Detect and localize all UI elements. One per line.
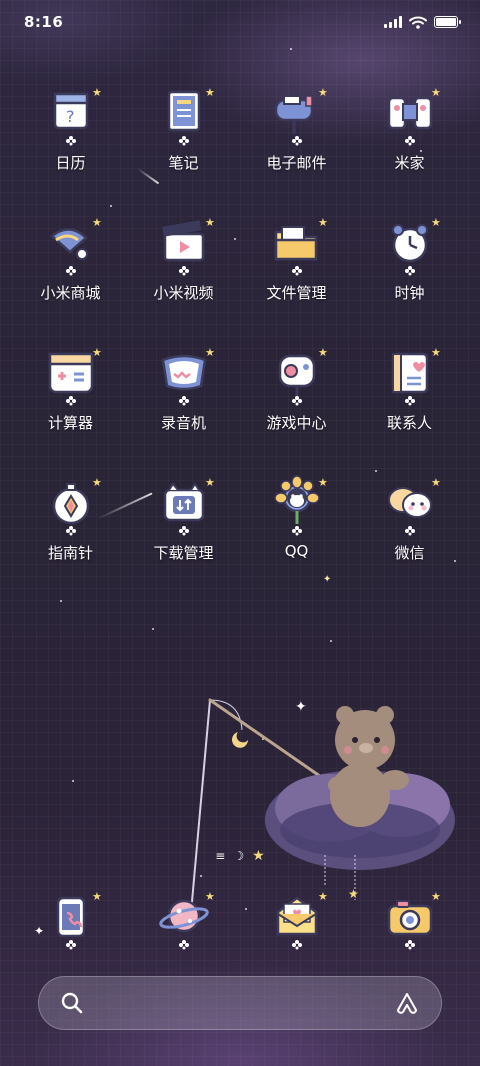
dock: ★ ★ ★ ★ xyxy=(14,884,466,960)
status-time: 8:16 xyxy=(24,13,64,31)
svg-text:★: ★ xyxy=(431,86,441,99)
calculator-icon: ★ xyxy=(36,340,106,410)
mailbox-icon: ★ xyxy=(262,80,332,150)
svg-text:★: ★ xyxy=(205,216,215,229)
svg-text:★: ★ xyxy=(205,86,215,99)
svg-text:★: ★ xyxy=(92,216,102,229)
assistant-icon[interactable] xyxy=(395,992,419,1014)
notes-icon: ★ xyxy=(149,80,219,150)
app-label: 指南针 xyxy=(47,544,93,562)
app-contacts-book[interactable]: ★ 联系人 xyxy=(353,340,466,436)
app-recorder[interactable]: ★ 录音机 xyxy=(127,340,240,436)
svg-text:★: ★ xyxy=(431,216,441,229)
dock-app-messages-envelope[interactable]: ★ xyxy=(240,884,353,960)
store-icon: ★ xyxy=(36,210,106,280)
video-clapper-icon: ★ xyxy=(149,210,219,280)
svg-text:★: ★ xyxy=(318,86,328,99)
svg-text:★: ★ xyxy=(92,890,102,903)
app-qq[interactable]: ★ QQ xyxy=(240,470,353,566)
dock-app-camera[interactable]: ★ xyxy=(353,884,466,960)
app-label: 微信 xyxy=(394,544,425,562)
wechat-icon: ★ xyxy=(375,470,445,540)
app-label: QQ xyxy=(284,542,309,560)
app-label: 小米商城 xyxy=(40,284,101,302)
svg-text:★: ★ xyxy=(431,476,441,489)
app-notes[interactable]: ★ 笔记 xyxy=(127,80,240,176)
app-download[interactable]: ★ 下载管理 xyxy=(127,470,240,566)
app-label: 游戏中心 xyxy=(266,414,327,432)
calendar-icon: ? ★ xyxy=(36,80,106,150)
alarm-clock-icon: ★ xyxy=(375,210,445,280)
search-icon[interactable] xyxy=(61,992,83,1014)
app-smart-home[interactable]: ★ 米家 xyxy=(353,80,466,176)
app-compass[interactable]: ★ 指南针 xyxy=(14,470,127,566)
svg-text:★: ★ xyxy=(318,890,328,903)
compass-icon: ★ xyxy=(36,470,106,540)
app-label: 时钟 xyxy=(394,284,425,302)
messages-envelope-icon: ★ xyxy=(262,884,332,954)
search-bar[interactable] xyxy=(38,976,442,1030)
app-label: 笔记 xyxy=(168,154,199,172)
app-label: 联系人 xyxy=(386,414,432,432)
page-indicator-star-icon: ★ xyxy=(252,848,265,864)
folder-icon: ★ xyxy=(262,210,332,280)
app-gamepad[interactable]: ★ 游戏中心 xyxy=(240,340,353,436)
app-label: 文件管理 xyxy=(266,284,327,302)
svg-text:★: ★ xyxy=(318,476,328,489)
svg-text:★: ★ xyxy=(205,890,215,903)
phone-icon: ★ xyxy=(36,884,106,954)
svg-text:★: ★ xyxy=(92,86,102,99)
app-label: 录音机 xyxy=(160,414,206,432)
app-alarm-clock[interactable]: ★ 时钟 xyxy=(353,210,466,306)
app-folder[interactable]: ★ 文件管理 xyxy=(240,210,353,306)
download-icon: ★ xyxy=(149,470,219,540)
app-label: 下载管理 xyxy=(153,544,214,562)
app-calendar[interactable]: ? ★ 日历 xyxy=(14,80,127,176)
app-label: 小米视频 xyxy=(153,284,214,302)
page-indicator-menu-icon: ≡ xyxy=(215,849,226,863)
app-label: 计算器 xyxy=(47,414,93,432)
qq-icon: ★ xyxy=(262,470,332,540)
app-label: 电子邮件 xyxy=(266,154,327,172)
status-icons xyxy=(384,16,461,29)
svg-text:★: ★ xyxy=(92,476,102,489)
svg-text:★: ★ xyxy=(92,346,102,359)
browser-planet-icon: ★ xyxy=(149,884,219,954)
svg-text:★: ★ xyxy=(205,476,215,489)
contacts-book-icon: ★ xyxy=(375,340,445,410)
app-mailbox[interactable]: ★ 电子邮件 xyxy=(240,80,353,176)
app-calculator[interactable]: ★ 计算器 xyxy=(14,340,127,436)
svg-text:★: ★ xyxy=(318,216,328,229)
app-video-clapper[interactable]: ★ 小米视频 xyxy=(127,210,240,306)
recorder-icon: ★ xyxy=(149,340,219,410)
app-wechat[interactable]: ★ 微信 xyxy=(353,470,466,566)
svg-text:★: ★ xyxy=(431,346,441,359)
svg-text:★: ★ xyxy=(318,346,328,359)
page-indicator-moon-icon: ☽ xyxy=(233,849,245,863)
camera-icon: ★ xyxy=(375,884,445,954)
smart-home-icon: ★ xyxy=(375,80,445,150)
svg-text:?: ? xyxy=(66,107,75,126)
app-store[interactable]: ★ 小米商城 xyxy=(14,210,127,306)
app-label: 日历 xyxy=(55,154,86,172)
svg-text:★: ★ xyxy=(431,890,441,903)
app-grid: ? ★ 日历 ★ 笔记 ★ 电子邮件 ★ 米家 ★ 小米商城 ★ 小米视频 ★ … xyxy=(14,80,466,566)
app-label: 米家 xyxy=(394,154,425,172)
battery-icon xyxy=(434,16,461,28)
gamepad-icon: ★ xyxy=(262,340,332,410)
dock-app-browser-planet[interactable]: ★ xyxy=(127,884,240,960)
signal-icon xyxy=(384,16,402,28)
dock-app-phone[interactable]: ★ xyxy=(14,884,127,960)
wifi-icon xyxy=(409,16,427,29)
status-bar: 8:16 xyxy=(0,0,480,44)
page-indicator[interactable]: ≡ ☽ ★ xyxy=(0,848,480,864)
svg-text:★: ★ xyxy=(205,346,215,359)
